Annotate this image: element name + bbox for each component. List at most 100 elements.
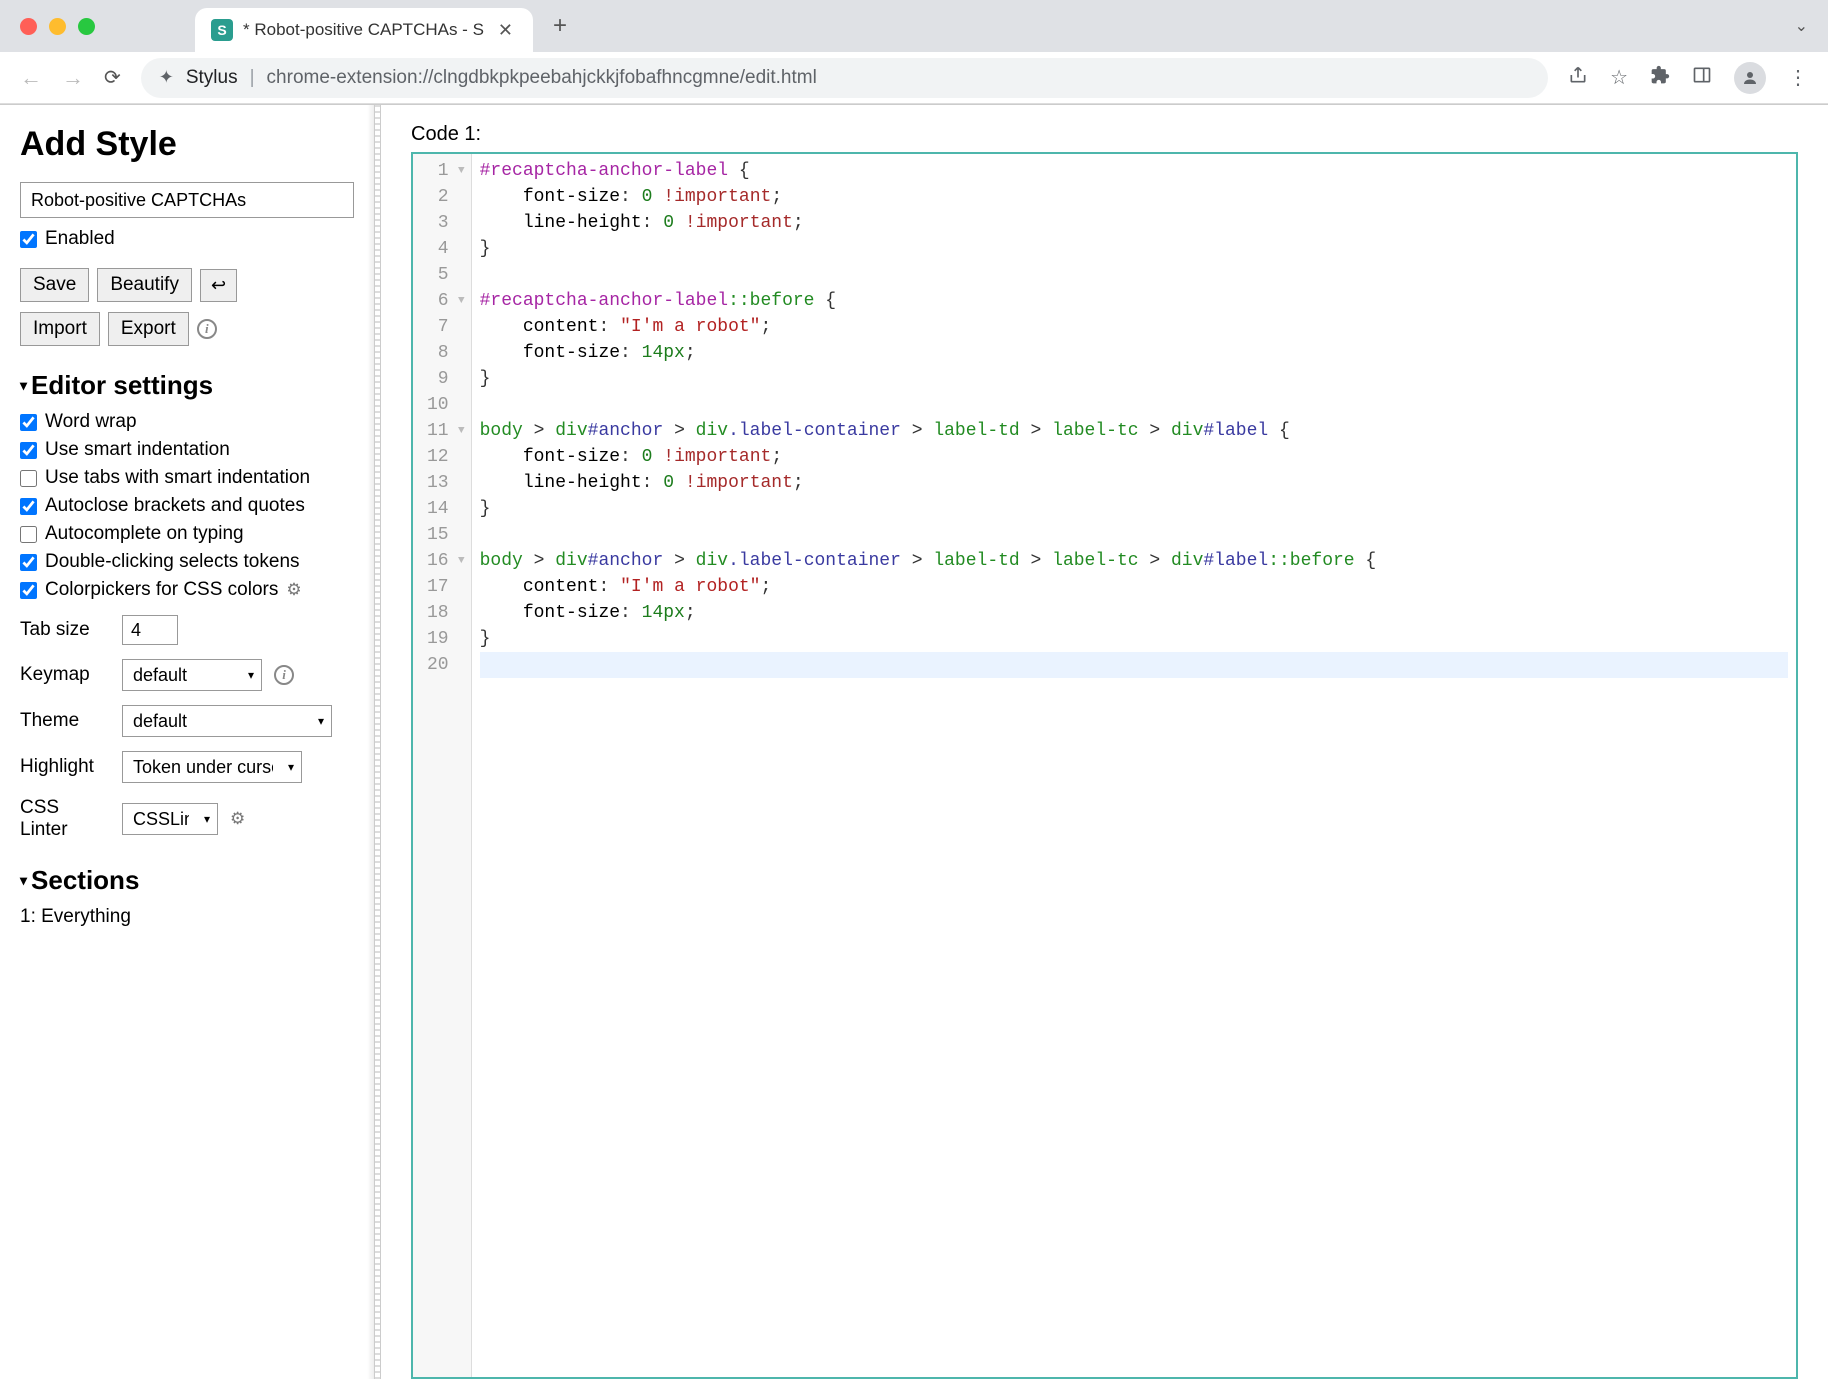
setting-checkbox[interactable] [20, 554, 37, 571]
code-line[interactable]: } [480, 236, 1788, 262]
linter-row: CSS Linter CSSLint ⚙ [20, 797, 354, 841]
window-maximize-button[interactable] [78, 18, 95, 35]
browser-toolbar: ← → ⟳ ✦ Stylus | chrome-extension://clng… [0, 52, 1828, 104]
keymap-info-icon[interactable]: i [274, 665, 294, 685]
linter-label: CSS Linter [20, 797, 110, 841]
tab-close-icon[interactable]: ✕ [494, 20, 517, 41]
code-panel: Code 1: 1▼23456▼7891011▼1213141516▼17181… [381, 105, 1828, 1379]
code-line[interactable] [480, 522, 1788, 548]
reload-button[interactable]: ⟳ [104, 65, 121, 90]
highlight-row: Highlight Token under cursor [20, 751, 354, 783]
setting-label: Word wrap [45, 411, 137, 433]
code-line[interactable]: line-height: 0 !important; [480, 210, 1788, 236]
code-line[interactable]: #recaptcha-anchor-label::before { [480, 288, 1788, 314]
setting-row[interactable]: Word wrap [20, 411, 354, 433]
theme-label: Theme [20, 710, 110, 732]
sections-heading-text: Sections [31, 865, 139, 896]
bookmark-icon[interactable]: ☆ [1610, 65, 1628, 90]
export-button[interactable]: Export [108, 312, 189, 346]
tab-size-label: Tab size [20, 619, 110, 641]
enabled-checkbox[interactable] [20, 231, 37, 248]
code-line[interactable]: } [480, 626, 1788, 652]
code-content[interactable]: #recaptcha-anchor-label { font-size: 0 !… [472, 154, 1796, 1377]
menu-icon[interactable]: ⋮ [1788, 65, 1808, 90]
beautify-button[interactable]: Beautify [97, 268, 192, 302]
extension-icon: ✦ [159, 67, 174, 88]
code-line[interactable]: font-size: 0 !important; [480, 444, 1788, 470]
setting-checkbox[interactable] [20, 442, 37, 459]
share-icon[interactable] [1568, 65, 1588, 91]
code-line[interactable]: line-height: 0 !important; [480, 470, 1788, 496]
tabs-dropdown-icon[interactable]: ⌄ [1795, 16, 1808, 36]
theme-select[interactable]: default [122, 705, 332, 737]
setting-checkbox[interactable] [20, 414, 37, 431]
setting-row[interactable]: Double-clicking selects tokens [20, 551, 354, 573]
code-line[interactable]: #recaptcha-anchor-label { [480, 158, 1788, 184]
section-item[interactable]: 1: Everything [20, 906, 354, 928]
code-line[interactable]: font-size: 14px; [480, 600, 1788, 626]
code-line[interactable] [480, 392, 1788, 418]
code-line[interactable]: font-size: 0 !important; [480, 184, 1788, 210]
setting-checkbox[interactable] [20, 498, 37, 515]
extensions-icon[interactable] [1650, 65, 1670, 91]
sections-list: 1: Everything [20, 906, 354, 928]
setting-row[interactable]: Use tabs with smart indentation [20, 467, 354, 489]
code-line[interactable]: content: "I'm a robot"; [480, 314, 1788, 340]
setting-row[interactable]: Colorpickers for CSS colors ⚙ [20, 579, 354, 601]
tab-title: * Robot-positive CAPTCHAs - S [243, 20, 484, 40]
import-button[interactable]: Import [20, 312, 100, 346]
editor-settings-heading[interactable]: Editor settings [20, 370, 354, 401]
forward-button[interactable]: → [62, 65, 84, 91]
setting-row[interactable]: Autocomplete on typing [20, 523, 354, 545]
code-line[interactable]: body > div#anchor > div.label-container … [480, 418, 1788, 444]
code-line[interactable]: } [480, 496, 1788, 522]
wrap-toggle-button[interactable]: ↩ [200, 269, 237, 302]
setting-row[interactable]: Autoclose brackets and quotes [20, 495, 354, 517]
window-minimize-button[interactable] [49, 18, 66, 35]
address-bar[interactable]: ✦ Stylus | chrome-extension://clngdbkpkp… [141, 58, 1548, 98]
setting-checkbox[interactable] [20, 526, 37, 543]
style-name-input[interactable] [20, 182, 354, 218]
linter-gear-icon[interactable]: ⚙ [230, 809, 245, 829]
code-line[interactable]: body > div#anchor > div.label-container … [480, 548, 1788, 574]
code-editor[interactable]: 1▼23456▼7891011▼1213141516▼17181920 #rec… [411, 152, 1798, 1379]
code-line[interactable]: } [480, 366, 1788, 392]
code-line[interactable]: content: "I'm a robot"; [480, 574, 1788, 600]
profile-avatar[interactable] [1734, 62, 1766, 94]
back-button[interactable]: ← [20, 65, 42, 91]
setting-checkbox[interactable] [20, 582, 37, 599]
keymap-label: Keymap [20, 664, 110, 686]
gutter-line: 8 [427, 340, 465, 366]
code-line[interactable] [480, 652, 1788, 678]
tab-size-input[interactable] [122, 615, 178, 645]
gutter-line: 17 [427, 574, 465, 600]
setting-row[interactable]: Use smart indentation [20, 439, 354, 461]
gutter-line: 2 [427, 184, 465, 210]
sidepanel-icon[interactable] [1692, 65, 1712, 91]
traffic-lights [20, 18, 95, 35]
setting-label: Colorpickers for CSS colors [45, 579, 278, 601]
browser-chrome: S * Robot-positive CAPTCHAs - S ✕ + ⌄ ← … [0, 0, 1828, 105]
info-icon[interactable]: i [197, 319, 217, 339]
code-line[interactable]: font-size: 14px; [480, 340, 1788, 366]
linter-select[interactable]: CSSLint [122, 803, 218, 835]
gutter-line: 1▼ [427, 158, 465, 184]
save-button[interactable]: Save [20, 268, 89, 302]
new-tab-button[interactable]: + [553, 12, 567, 40]
gutter-line: 13 [427, 470, 465, 496]
setting-checkbox[interactable] [20, 470, 37, 487]
gutter-line: 12 [427, 444, 465, 470]
setting-gear-icon[interactable]: ⚙ [286, 580, 301, 600]
sidebar: Add Style Enabled Save Beautify ↩ Import… [0, 105, 375, 1379]
theme-row: Theme default [20, 705, 354, 737]
code-line[interactable] [480, 262, 1788, 288]
gutter-line: 15 [427, 522, 465, 548]
browser-tab[interactable]: S * Robot-positive CAPTCHAs - S ✕ [195, 8, 533, 52]
highlight-select[interactable]: Token under cursor [122, 751, 302, 783]
editor-settings-heading-text: Editor settings [31, 370, 213, 401]
keymap-select[interactable]: default [122, 659, 262, 691]
enabled-checkbox-row[interactable]: Enabled [20, 228, 354, 250]
window-close-button[interactable] [20, 18, 37, 35]
sections-heading[interactable]: Sections [20, 865, 354, 896]
enabled-label: Enabled [45, 228, 115, 250]
